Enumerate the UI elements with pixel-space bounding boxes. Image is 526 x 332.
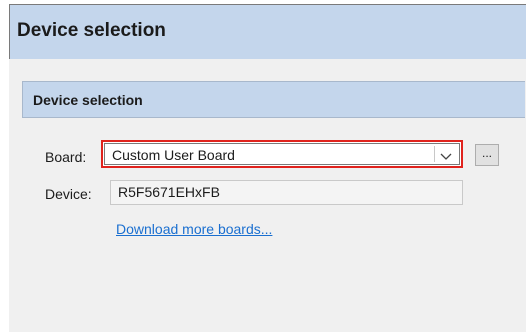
chevron-down-icon[interactable] (438, 148, 454, 164)
section-title: Device selection (33, 92, 143, 108)
page-title: Device selection (17, 20, 166, 41)
section-header: Device selection (22, 81, 525, 118)
board-dropdown[interactable]: Custom User Board (101, 140, 463, 168)
download-more-boards-link[interactable]: Download more boards... (116, 221, 272, 237)
board-dropdown-box[interactable]: Custom User Board (104, 143, 460, 165)
dropdown-divider (434, 146, 435, 162)
browse-board-button[interactable]: ... (475, 144, 499, 166)
title-bar: Device selection (10, 5, 526, 60)
device-field[interactable]: R5F5671EHxFB (110, 180, 463, 205)
device-value: R5F5671EHxFB (118, 184, 220, 200)
board-selected-value: Custom User Board (112, 147, 235, 163)
board-label: Board: (45, 149, 87, 165)
device-label: Device: (45, 186, 92, 202)
